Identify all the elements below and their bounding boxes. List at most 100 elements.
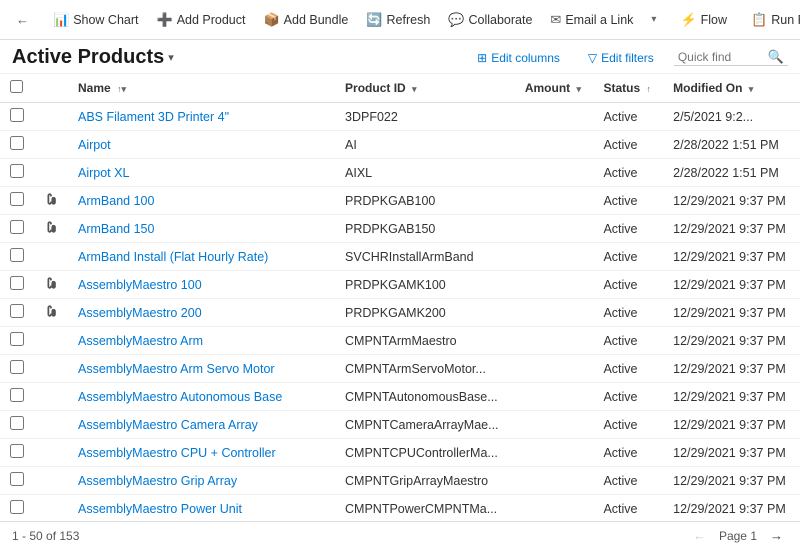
row-checkbox-cell [0,439,34,467]
search-icon[interactable]: 🔍 [768,49,784,65]
product-name-link[interactable]: AssemblyMaestro 200 [78,306,202,320]
show-chart-button[interactable]: 📊 Show Chart [45,8,147,32]
row-product-id-cell: AI [335,131,515,159]
run-report-icon: 📋 [751,12,767,28]
row-status-cell: Active [593,327,663,355]
bundle-icon [44,222,58,237]
product-name-link[interactable]: ABS Filament 3D Printer 4" [78,110,229,124]
edit-columns-button[interactable]: ⊞ Edit columns [469,47,568,69]
product-name-link[interactable]: Airpot XL [78,166,129,180]
row-product-id-cell: PRDPKGAB100 [335,187,515,215]
row-select-checkbox[interactable] [10,444,24,458]
add-product-button[interactable]: ➕ Add Product [149,8,254,32]
select-all-checkbox[interactable] [10,80,23,93]
product-name-link[interactable]: AssemblyMaestro CPU + Controller [78,446,276,460]
row-icon-cell [34,383,68,411]
quick-find-input[interactable] [678,50,768,64]
row-select-checkbox[interactable] [10,192,24,206]
back-button[interactable]: ← [8,8,37,31]
th-status[interactable]: Status ↑ [593,74,663,103]
row-amount-cell [515,467,594,495]
row-status-cell: Active [593,187,663,215]
row-modified-cell: 12/29/2021 9:37 PM [663,299,800,327]
row-select-checkbox[interactable] [10,304,24,318]
row-name-cell: AssemblyMaestro Autonomous Base [68,383,335,411]
row-product-id-cell: AIXL [335,159,515,187]
row-status-cell: Active [593,271,663,299]
th-amount[interactable]: Amount ▾ [515,74,594,103]
row-select-checkbox[interactable] [10,472,24,486]
row-status-cell: Active [593,439,663,467]
row-amount-cell [515,159,594,187]
th-product-id[interactable]: Product ID ▾ [335,74,515,103]
product-name-link[interactable]: AssemblyMaestro Grip Array [78,474,237,488]
row-select-checkbox[interactable] [10,248,24,262]
row-select-checkbox[interactable] [10,360,24,374]
row-select-checkbox[interactable] [10,164,24,178]
row-amount-cell [515,411,594,439]
refresh-button[interactable]: 🔄 Refresh [358,8,438,32]
row-product-id-cell: PRDPKGAB150 [335,215,515,243]
page-title: Active Products [12,46,164,69]
product-name-link[interactable]: ArmBand 150 [78,222,154,236]
row-amount-cell [515,131,594,159]
row-select-checkbox[interactable] [10,220,24,234]
row-modified-cell: 12/29/2021 9:37 PM [663,383,800,411]
row-product-id-cell: CMPNTCPUControllerMa... [335,439,515,467]
collaborate-button[interactable]: 💬 Collaborate [440,8,540,32]
row-select-checkbox[interactable] [10,276,24,290]
row-icon-cell [34,187,68,215]
page-indicator: Page 1 [719,529,757,543]
row-icon-cell [34,327,68,355]
product-name-link[interactable]: AssemblyMaestro Autonomous Base [78,390,282,404]
next-page-button[interactable]: → [765,526,788,545]
row-amount-cell [515,495,594,522]
refresh-icon: 🔄 [366,12,382,28]
row-product-id-cell: 3DPF022 [335,103,515,131]
product-name-link[interactable]: ArmBand Install (Flat Hourly Rate) [78,250,268,264]
row-icon-cell [34,439,68,467]
product-name-link[interactable]: AssemblyMaestro Arm Servo Motor [78,362,275,376]
columns-icon: ⊞ [477,51,487,65]
prev-page-button[interactable]: ← [688,526,711,545]
row-name-cell: AssemblyMaestro 200 [68,299,335,327]
product-name-link[interactable]: ArmBand 100 [78,194,154,208]
product-name-link[interactable]: AssemblyMaestro Camera Array [78,418,258,432]
email-chevron-button[interactable]: ▾ [643,10,664,29]
row-icon-cell [34,131,68,159]
row-select-checkbox[interactable] [10,108,24,122]
product-name-link[interactable]: AssemblyMaestro Arm [78,334,203,348]
row-status-cell: Active [593,103,663,131]
row-checkbox-cell [0,355,34,383]
row-name-cell: AssemblyMaestro CPU + Controller [68,439,335,467]
products-table: Name ↑▾ Product ID ▾ Amount ▾ Status ↑ M… [0,74,800,521]
th-modified-on[interactable]: Modified On ▾ [663,74,800,103]
row-select-checkbox[interactable] [10,416,24,430]
row-checkbox-cell [0,411,34,439]
row-checkbox-cell [0,271,34,299]
row-checkbox-cell [0,467,34,495]
row-select-checkbox[interactable] [10,500,24,514]
row-amount-cell [515,355,594,383]
product-name-link[interactable]: Airpot [78,138,111,152]
row-icon-cell [34,215,68,243]
row-select-checkbox[interactable] [10,136,24,150]
row-modified-cell: 12/29/2021 9:37 PM [663,355,800,383]
th-name[interactable]: Name ↑▾ [68,74,335,103]
row-name-cell: AssemblyMaestro Power Unit [68,495,335,522]
table-row: AssemblyMaestro ArmCMPNTArmMaestroActive… [0,327,800,355]
flow-button[interactable]: ⚡ Flow [672,8,735,32]
email-link-button[interactable]: ✉ Email a Link [542,8,641,32]
table-row: AssemblyMaestro CPU + Controller CMPNTCPU… [0,439,800,467]
title-chevron[interactable]: ▾ [168,51,174,64]
row-status-cell: Active [593,467,663,495]
row-select-checkbox[interactable] [10,332,24,346]
row-modified-cell: 2/28/2022 1:51 PM [663,131,800,159]
row-checkbox-cell [0,243,34,271]
run-report-button[interactable]: 📋 Run Report [743,8,800,32]
product-name-link[interactable]: AssemblyMaestro 100 [78,278,202,292]
product-name-link[interactable]: AssemblyMaestro Power Unit [78,502,242,516]
edit-filters-button[interactable]: ▽ Edit filters [580,47,662,69]
add-bundle-button[interactable]: 📦 Add Bundle [255,8,356,32]
row-select-checkbox[interactable] [10,388,24,402]
